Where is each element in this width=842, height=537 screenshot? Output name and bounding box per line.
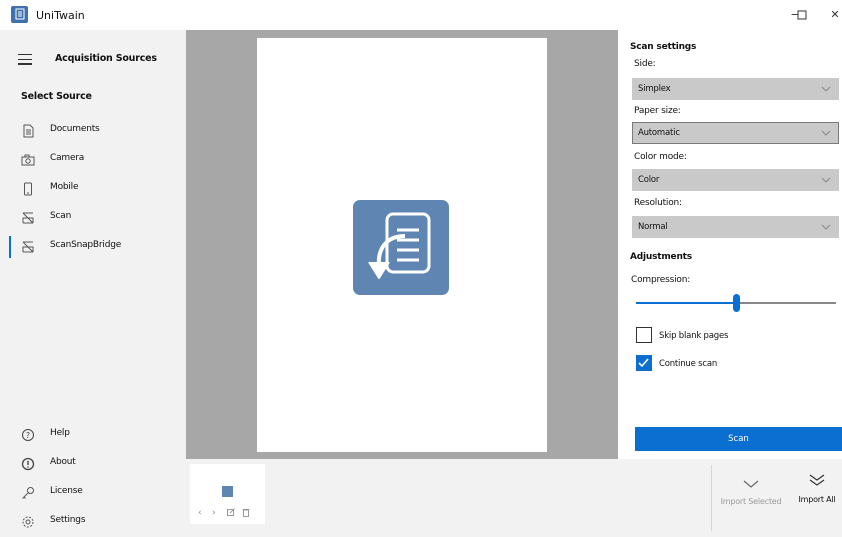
svg-text:?: ? <box>26 431 30 440</box>
sidebar-item-label: Mobile <box>50 182 79 192</box>
resolution-value: Normal <box>638 222 668 232</box>
title-bar: UniTwain − ✕ <box>0 0 842 30</box>
import-selected-label: Import Selected <box>720 497 782 506</box>
selected-indicator <box>9 236 11 258</box>
sidebar-item-label: Camera <box>50 153 85 163</box>
next-icon[interactable]: › <box>212 508 216 518</box>
import-divider <box>711 465 712 531</box>
hamburger-menu-icon[interactable] <box>18 54 32 65</box>
document-icon <box>21 123 35 138</box>
sidebar-item-mobile[interactable]: Mobile <box>0 175 186 201</box>
edit-icon[interactable] <box>227 508 235 519</box>
sidebar-item-documents[interactable]: Documents <box>0 117 186 143</box>
sidebar-item-label: Settings <box>50 515 86 525</box>
app-logo-icon <box>11 6 28 23</box>
side-value: Simplex <box>638 84 671 94</box>
select-source-heading: Select Source <box>21 91 92 102</box>
sidebar-item-help[interactable]: ? Help <box>0 421 186 447</box>
chevron-down-icon <box>821 177 831 183</box>
chevron-down-icon <box>821 86 831 92</box>
continue-scan-label: Continue scan <box>659 359 718 369</box>
sidebar-item-scan[interactable]: Scan <box>0 204 186 230</box>
import-selected-button[interactable]: Import Selected <box>713 479 789 527</box>
sidebar-item-label: ScanSnapBridge <box>50 240 122 250</box>
skip-blank-pages-label: Skip blank pages <box>659 331 729 341</box>
sidebar-item-license[interactable]: License <box>0 479 186 505</box>
window-title: UniTwain <box>36 9 85 22</box>
color-mode-value: Color <box>638 175 660 185</box>
close-button[interactable]: ✕ <box>820 5 842 25</box>
chevron-down-icon <box>821 130 831 136</box>
page-thumbnail[interactable]: ‹ › <box>190 464 265 524</box>
maximize-button[interactable] <box>787 5 817 25</box>
paper-size-label: Paper size: <box>634 106 681 116</box>
scan-preview-area <box>186 30 618 459</box>
paper-size-value: Automatic <box>638 128 680 138</box>
info-icon <box>21 456 35 471</box>
key-icon <box>21 485 35 499</box>
compression-label: Compression: <box>631 275 691 285</box>
slider-fill <box>636 302 736 304</box>
import-all-button[interactable]: Import All <box>779 473 842 521</box>
slider-thumb[interactable] <box>733 294 740 312</box>
scanner-icon <box>21 210 35 224</box>
scanner-icon <box>21 239 35 253</box>
gear-icon <box>21 514 35 528</box>
sidebar: Acquisition Sources Select Source Docume… <box>0 30 186 537</box>
sidebar-item-label: Documents <box>50 124 100 134</box>
scan-settings-panel: Scan settings Side: Simplex Paper size: … <box>618 30 842 459</box>
compression-slider[interactable] <box>636 294 836 312</box>
sidebar-item-scansnapbridge[interactable]: ScanSnapBridge <box>0 233 186 259</box>
document-import-icon <box>353 200 449 295</box>
resolution-dropdown[interactable]: Normal <box>632 216 839 238</box>
mobile-icon <box>21 181 35 196</box>
slider-track-rest <box>736 302 836 304</box>
sidebar-item-camera[interactable]: Camera <box>0 146 186 172</box>
scan-settings-heading: Scan settings <box>630 42 697 52</box>
previous-icon[interactable]: ‹ <box>198 508 202 518</box>
help-icon: ? <box>21 427 35 441</box>
sidebar-title: Acquisition Sources <box>55 53 157 64</box>
scan-button[interactable]: Scan <box>635 427 842 451</box>
sidebar-item-settings[interactable]: Settings <box>0 508 186 534</box>
adjustments-heading: Adjustments <box>630 252 692 262</box>
chevron-down-icon <box>821 224 831 230</box>
color-mode-label: Color mode: <box>634 152 687 162</box>
double-chevron-down-icon <box>809 474 825 486</box>
sidebar-item-label: Help <box>50 428 70 438</box>
camera-icon <box>21 152 35 166</box>
resolution-label: Resolution: <box>634 198 682 208</box>
sidebar-item-label: Scan <box>50 211 72 221</box>
thumbnail-strip: ‹ › Import Selected Import All <box>186 459 842 537</box>
sidebar-item-label: License <box>50 486 83 496</box>
thumbnail-image <box>222 486 233 497</box>
skip-blank-pages-checkbox[interactable] <box>636 327 652 343</box>
paper-size-dropdown[interactable]: Automatic <box>632 122 839 144</box>
chevron-down-icon <box>743 480 759 488</box>
side-label: Side: <box>634 59 656 69</box>
sidebar-item-label: About <box>50 457 76 467</box>
sidebar-item-about[interactable]: About <box>0 450 186 476</box>
preview-page <box>257 38 547 452</box>
continue-scan-checkbox[interactable] <box>636 355 652 371</box>
color-mode-dropdown[interactable]: Color <box>632 169 839 191</box>
side-dropdown[interactable]: Simplex <box>632 78 839 100</box>
import-all-label: Import All <box>798 495 836 504</box>
delete-icon[interactable] <box>242 508 250 520</box>
